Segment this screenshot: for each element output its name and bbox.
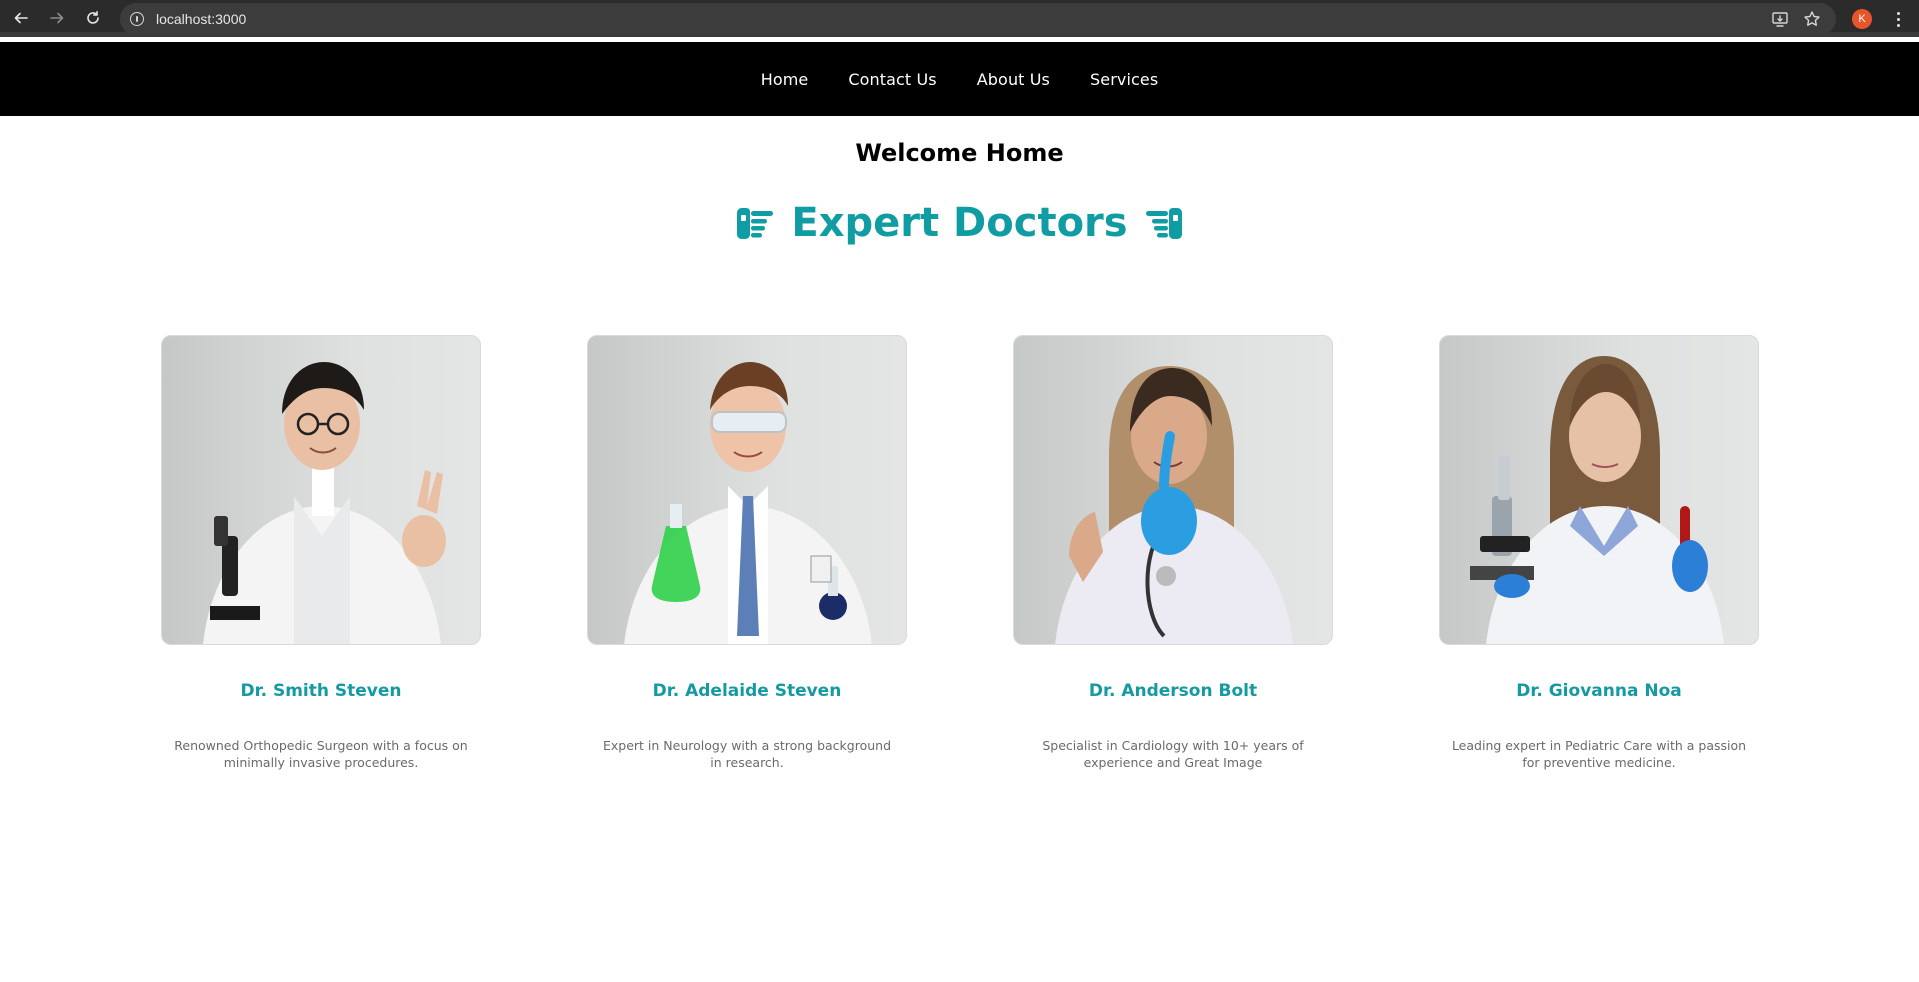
nav-home-link[interactable]: Home: [761, 70, 809, 89]
doctor-photo: [1013, 335, 1333, 645]
doctor-description: Specialist in Cardiology with 10+ years …: [1042, 738, 1304, 770]
install-app-icon[interactable]: [1770, 9, 1790, 29]
section-heading: Expert Doctors: [0, 200, 1919, 246]
site-info-icon[interactable]: [130, 12, 144, 26]
nav-contact-link[interactable]: Contact Us: [848, 70, 936, 89]
url-text[interactable]: localhost:3000: [156, 11, 246, 27]
bookmark-star-icon[interactable]: [1802, 9, 1822, 29]
nav-about-link[interactable]: About Us: [977, 70, 1050, 89]
doctor-photo: [1439, 335, 1759, 645]
site-navbar: Home Contact Us About Us Services: [0, 42, 1919, 116]
arrow-right-icon: [50, 12, 64, 24]
doctor-name: Dr. Smith Steven: [240, 681, 402, 701]
browser-toolbar: localhost:3000 K: [0, 0, 1919, 37]
nav-services-link[interactable]: Services: [1090, 70, 1158, 89]
doctor-card[interactable]: Dr. Adelaide Steven Expert in Neurology …: [587, 335, 907, 771]
doctor-description: Leading expert in Pediatric Care with a …: [1451, 738, 1747, 770]
doctor-photo: [161, 335, 481, 645]
doctor-description: Renowned Orthopedic Surgeon with a focus…: [174, 738, 468, 770]
section-title: Expert Doctors: [791, 200, 1128, 246]
address-bar[interactable]: localhost:3000: [120, 3, 1836, 35]
arrow-left-icon: [14, 12, 28, 24]
reload-button[interactable]: [81, 6, 105, 30]
reload-icon: [87, 11, 99, 24]
doctor-card[interactable]: Dr. Giovanna Noa Leading expert in Pedia…: [1439, 335, 1759, 771]
profile-avatar[interactable]: K: [1852, 9, 1872, 29]
doctor-card[interactable]: Dr. Anderson Bolt Specialist in Cardiolo…: [1013, 335, 1333, 771]
pointing-hand-left-icon: [1145, 208, 1182, 239]
doctor-description: Expert in Neurology with a strong backgr…: [602, 738, 892, 770]
back-button[interactable]: [9, 6, 33, 30]
pointing-hand-right-icon: [737, 208, 774, 239]
doctor-name: Dr. Giovanna Noa: [1516, 681, 1682, 701]
doctor-photo: [587, 335, 907, 645]
forward-button[interactable]: [45, 6, 69, 30]
doctor-name: Dr. Adelaide Steven: [652, 681, 842, 701]
browser-menu-icon[interactable]: [1888, 8, 1908, 30]
doctor-card[interactable]: Dr. Smith Steven Renowned Orthopedic Sur…: [161, 335, 481, 771]
doctor-name: Dr. Anderson Bolt: [1088, 681, 1258, 701]
doctor-grid: Dr. Smith Steven Renowned Orthopedic Sur…: [161, 335, 1761, 771]
welcome-title: Welcome Home: [855, 139, 1064, 167]
